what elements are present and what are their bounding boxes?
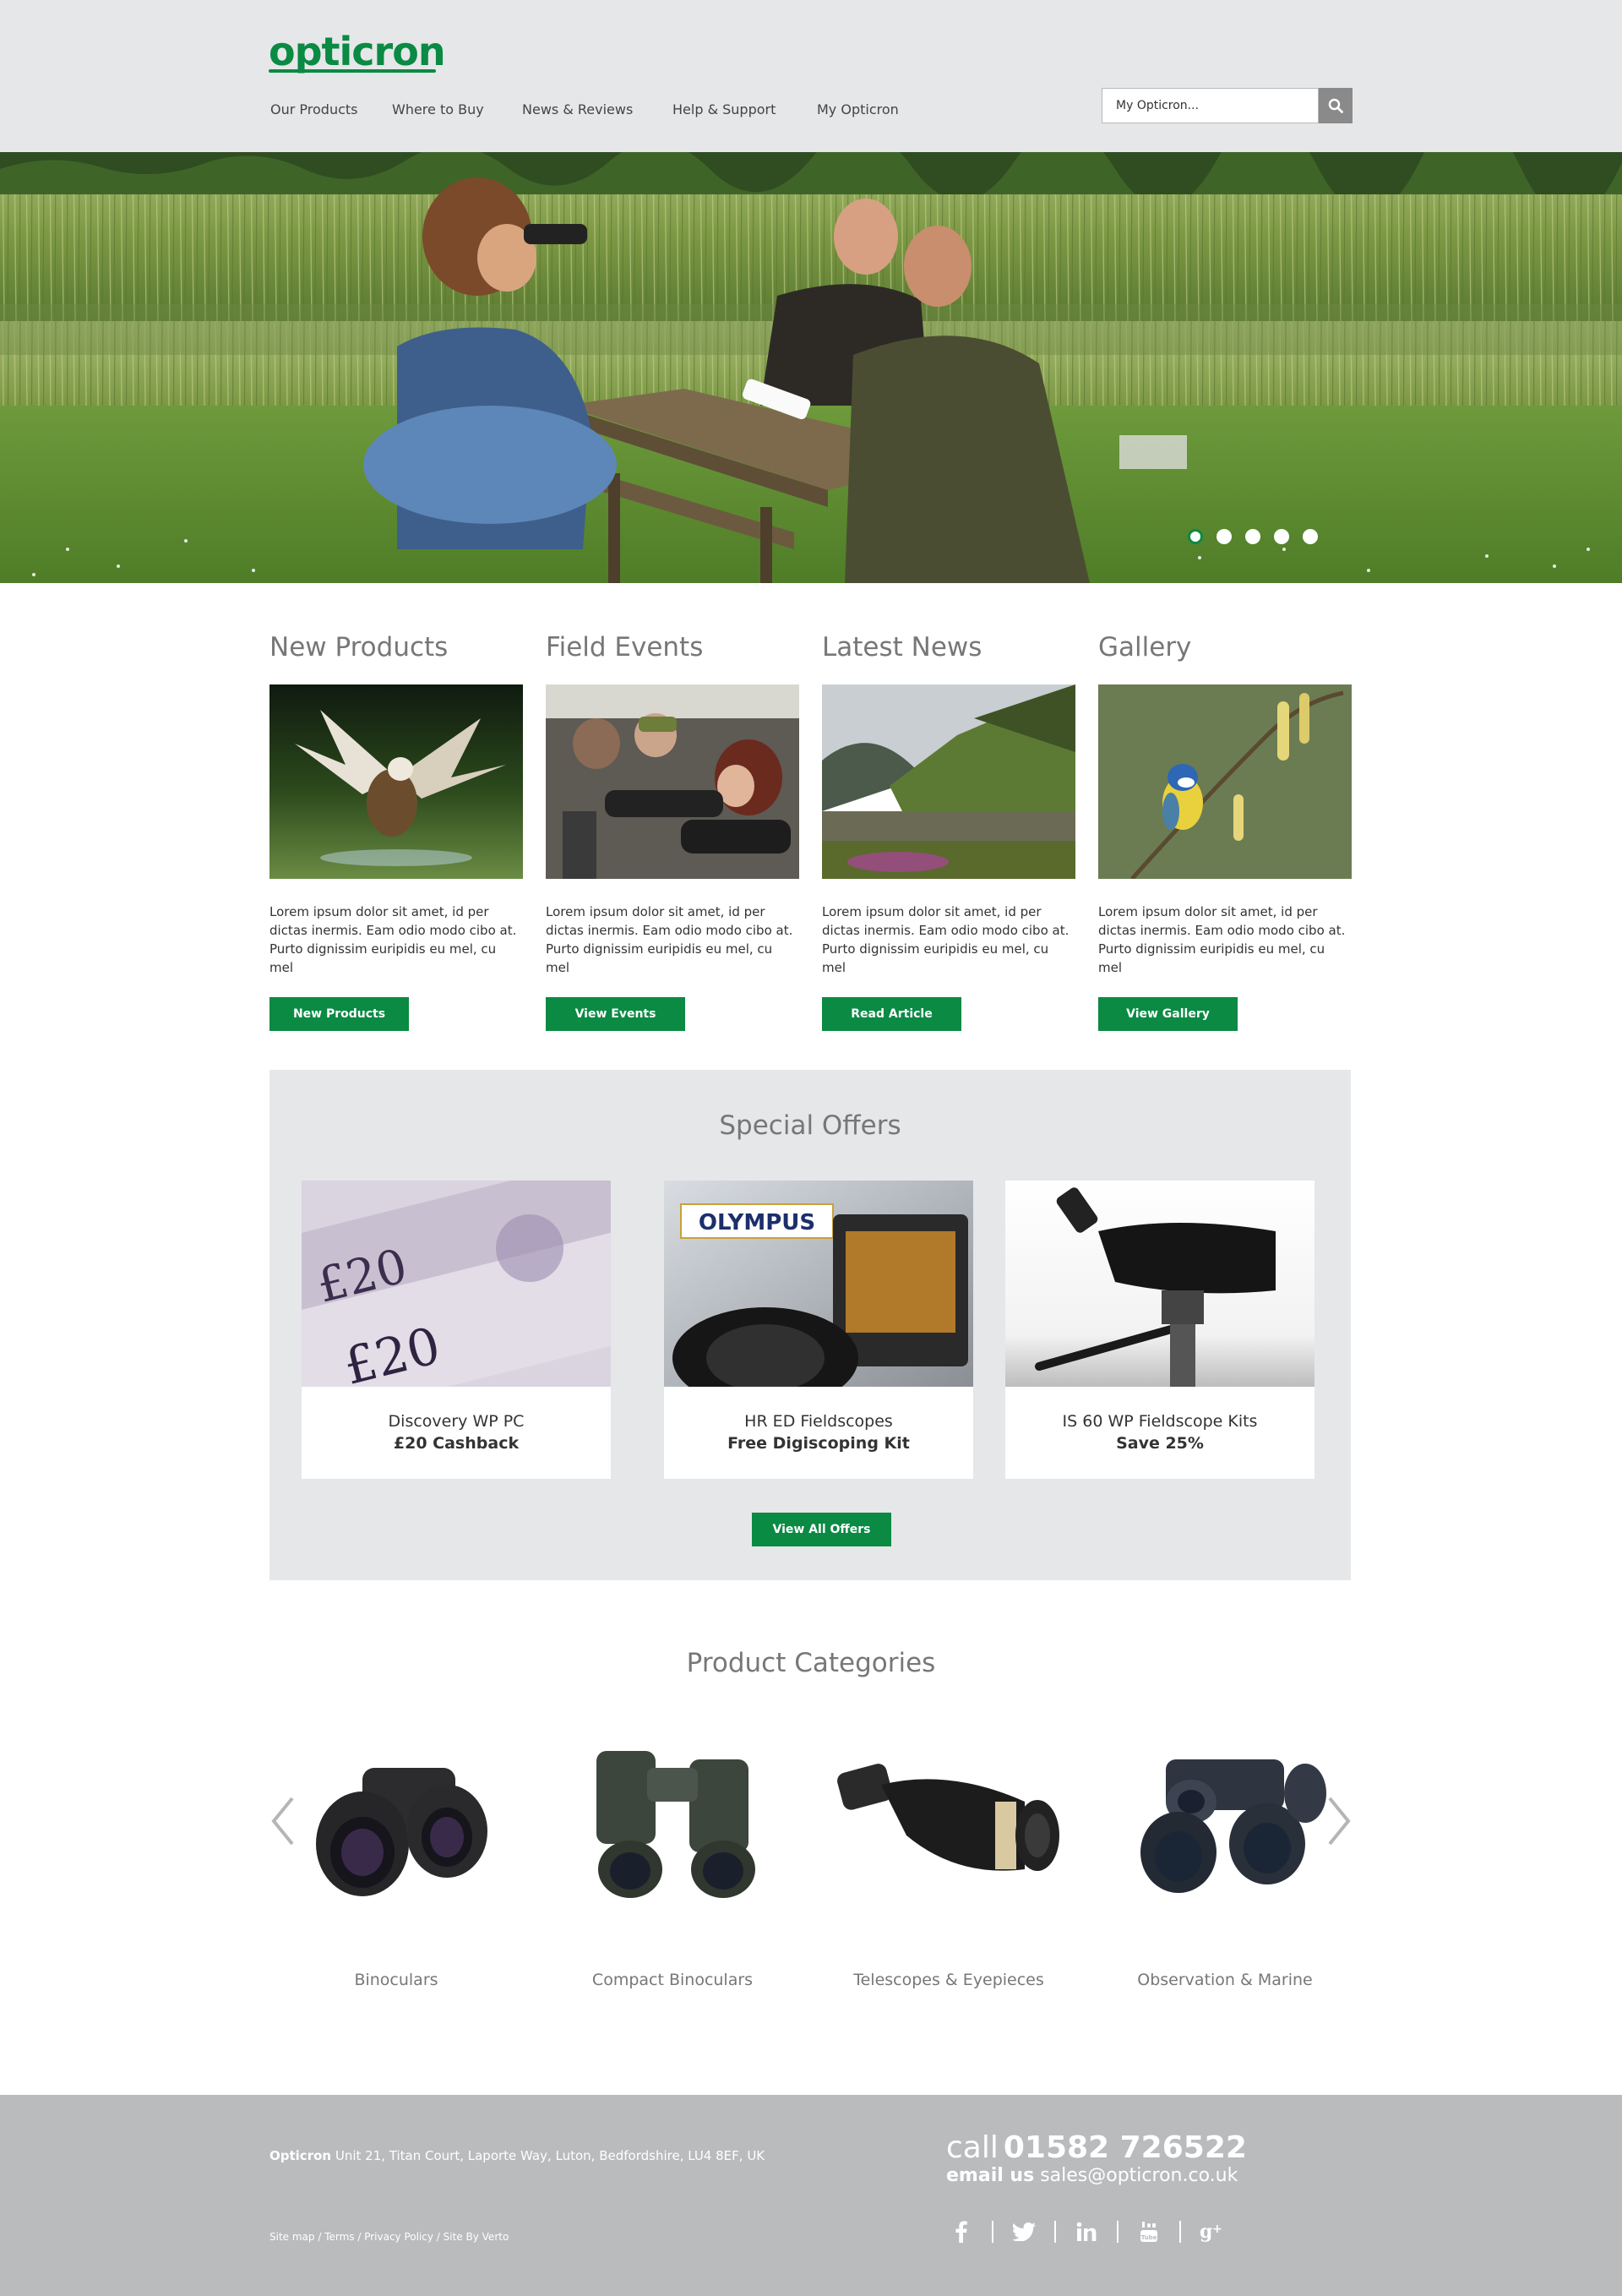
site-by-verto-link[interactable]: Site By Verto <box>444 2231 509 2243</box>
marine-binoculars-image <box>1140 1759 1326 1893</box>
feature-text: Lorem ipsum dolor sit amet, id per dicta… <box>1098 904 1346 975</box>
view-gallery-button[interactable]: View Gallery <box>1098 997 1238 1031</box>
site-header: opticron Our Products Where to Buy News … <box>0 0 1622 152</box>
company-name: Opticron <box>269 2148 332 2163</box>
address-text: Unit 21, Titan Court, Laporte Way, Luton… <box>335 2148 765 2163</box>
social-links: Tube g + <box>944 2218 1228 2245</box>
social-divider <box>1117 2221 1119 2243</box>
feature-latest-news: Latest News Lorem ipsum dolor sit amet, … <box>822 630 1075 1031</box>
category-telescopes-eyepieces[interactable]: Telescopes & Eyepieces <box>822 1734 1075 1996</box>
search-box <box>1102 88 1353 123</box>
binoculars-image <box>316 1768 487 1896</box>
logo-underline <box>269 69 436 73</box>
olympus-camera-image: OLYMPUS <box>664 1181 973 1387</box>
social-divider <box>1179 2221 1181 2243</box>
offer-name: HR ED Fieldscopes <box>744 1412 893 1431</box>
svg-text:+: + <box>1212 2222 1222 2236</box>
email-label: email us <box>946 2165 1035 2186</box>
call-label: call <box>946 2130 999 2165</box>
company-address: Opticron Unit 21, Titan Court, Laporte W… <box>269 2148 765 2163</box>
youtube-icon[interactable]: Tube <box>1132 2218 1166 2245</box>
slider-dots <box>1188 529 1318 544</box>
feature-field-events: Field Events Lorem ipsum dolor sit amet,… <box>546 630 799 1031</box>
offer-name: IS 60 WP Fieldscope Kits <box>1062 1412 1258 1431</box>
feature-title: Latest News <box>822 632 982 663</box>
category-label: Observation & Marine <box>1137 1971 1313 1989</box>
site-map-link[interactable]: Site map <box>269 2231 315 2243</box>
special-offers-section: Special Offers £20 £20 Discovery WP PC £… <box>269 1070 1351 1580</box>
social-divider <box>1054 2221 1056 2243</box>
feature-text: Lorem ipsum dolor sit amet, id per dicta… <box>822 904 1070 975</box>
offer-card-is60[interactable]: IS 60 WP Fieldscope Kits Save 25% <box>1005 1181 1314 1479</box>
twitter-icon[interactable] <box>1007 2218 1041 2245</box>
slider-dot-4[interactable] <box>1274 529 1289 544</box>
special-offers-title: Special Offers <box>719 1110 901 1141</box>
feature-new-products: New Products Lorem ipsum dolor sit amet,… <box>269 630 523 1031</box>
category-binoculars[interactable]: Binoculars <box>269 1734 523 1996</box>
feature-title: Gallery <box>1098 632 1192 663</box>
phone-block: call 01582 726522 <box>946 2130 1247 2165</box>
svg-text:g: g <box>1200 2221 1212 2243</box>
email-address[interactable]: sales@opticron.co.uk <box>1040 2165 1238 2186</box>
search-input[interactable] <box>1102 88 1319 123</box>
new-products-button[interactable]: New Products <box>269 997 409 1031</box>
product-categories-title: Product Categories <box>686 1648 936 1678</box>
site-footer: Opticron Unit 21, Titan Court, Laporte W… <box>0 2095 1622 2296</box>
google-plus-icon[interactable]: g + <box>1195 2218 1228 2245</box>
footer-links: Site map / Terms / Privacy Policy / Site… <box>269 2231 509 2243</box>
read-article-button[interactable]: Read Article <box>822 997 961 1031</box>
feature-text: Lorem ipsum dolor sit amet, id per dicta… <box>546 904 793 975</box>
hero-image <box>0 152 1622 583</box>
blue-tit-image[interactable] <box>1098 684 1352 879</box>
field-events-image[interactable] <box>546 684 799 879</box>
category-observation-marine[interactable]: Observation & Marine <box>1098 1734 1352 1996</box>
slider-dot-1[interactable] <box>1188 529 1203 544</box>
landscape-image[interactable] <box>822 684 1075 879</box>
category-compact-binoculars[interactable]: Compact Binoculars <box>546 1734 799 1996</box>
offer-card-hr-ed[interactable]: OLYMPUS HR ED Fieldscopes Free Digiscopi… <box>664 1181 973 1479</box>
offer-card-discovery[interactable]: £20 £20 Discovery WP PC £20 Cashback <box>302 1181 611 1479</box>
feature-gallery: Gallery Lorem ipsum dolor sit amet, id p… <box>1098 630 1352 1031</box>
feature-text: Lorem ipsum dolor sit amet, id per dicta… <box>269 904 517 975</box>
banknotes-image: £20 £20 <box>302 1181 611 1387</box>
nav-help-support[interactable]: Help & Support <box>672 101 776 117</box>
facebook-icon[interactable] <box>944 2218 978 2245</box>
view-events-button[interactable]: View Events <box>546 997 685 1031</box>
olympus-brand-label: OLYMPUS <box>699 1210 815 1235</box>
category-label: Binoculars <box>354 1971 438 1989</box>
privacy-policy-link[interactable]: Privacy Policy <box>364 2231 433 2243</box>
feature-title: New Products <box>269 632 449 663</box>
social-divider <box>992 2221 993 2243</box>
offer-deal: £20 Cashback <box>393 1434 520 1453</box>
nav-where-to-buy[interactable]: Where to Buy <box>392 101 484 117</box>
osprey-image[interactable] <box>269 684 523 879</box>
nav-our-products[interactable]: Our Products <box>270 101 357 117</box>
svg-text:Tube: Tube <box>1141 2234 1157 2241</box>
phone-number[interactable]: 01582 726522 <box>1004 2130 1247 2165</box>
offer-deal: Free Digiscoping Kit <box>727 1434 910 1453</box>
slider-dot-5[interactable] <box>1303 529 1318 544</box>
hero-banner <box>0 152 1622 583</box>
offer-name: Discovery WP PC <box>388 1412 525 1431</box>
category-label: Compact Binoculars <box>591 1971 754 1989</box>
telescope-image <box>837 1764 1059 1871</box>
compact-binoculars-image <box>596 1751 755 1898</box>
offer-deal: Save 25% <box>1116 1434 1204 1453</box>
email-block: email us sales@opticron.co.uk <box>946 2165 1238 2186</box>
slider-dot-3[interactable] <box>1245 529 1260 544</box>
fieldscope-kit-image <box>1005 1181 1314 1387</box>
category-label: Telescopes & Eyepieces <box>853 1971 1044 1989</box>
opticron-logo[interactable]: opticron <box>269 29 446 74</box>
linkedin-icon[interactable] <box>1070 2218 1103 2245</box>
search-button[interactable] <box>1319 88 1353 123</box>
slider-dot-2[interactable] <box>1216 529 1232 544</box>
nav-my-opticron[interactable]: My Opticron <box>817 101 899 117</box>
nav-news-reviews[interactable]: News & Reviews <box>522 101 633 117</box>
terms-link[interactable]: Terms <box>324 2231 354 2243</box>
feature-title: Field Events <box>546 632 704 663</box>
view-all-offers-button[interactable]: View All Offers <box>752 1513 891 1546</box>
search-icon <box>1328 98 1343 113</box>
